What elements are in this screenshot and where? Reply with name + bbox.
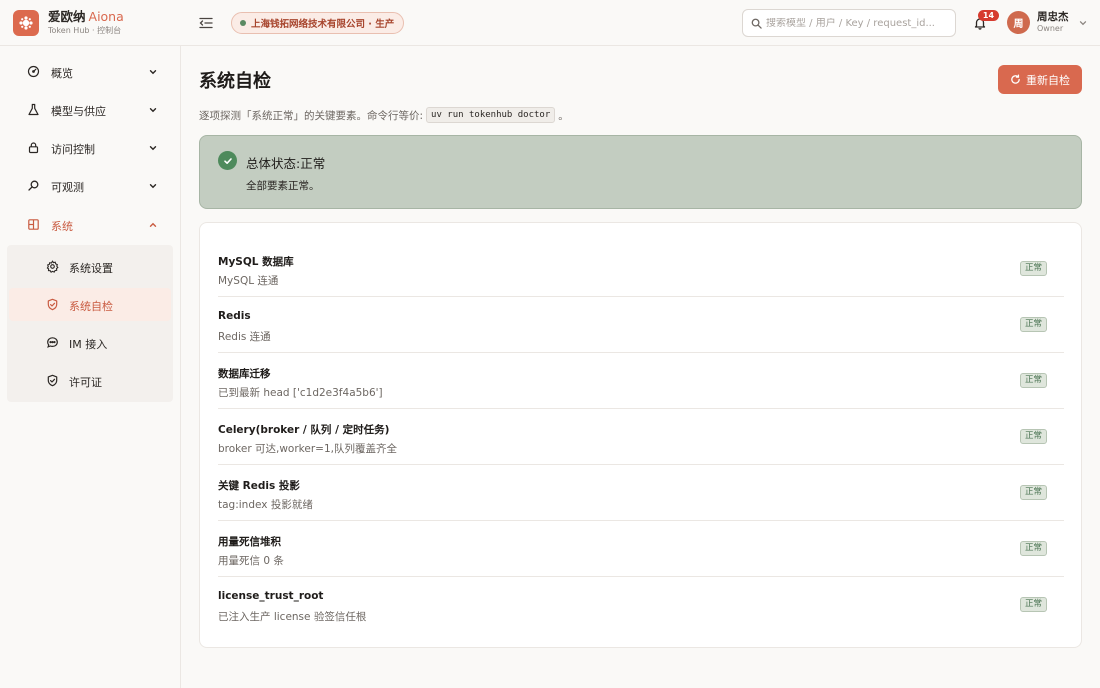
check-name: MySQL 数据库 (218, 256, 294, 268)
sidebar-item-label: 系统设置 (69, 262, 113, 275)
table-row: license_trust_root 已注入生产 license 验签信任根 正… (218, 577, 1064, 633)
sidebar-submenu-system: 系统设置 系统自检 IM 接入 许可证 (7, 245, 173, 402)
table-row: Redis Redis 连通 正常 (218, 297, 1064, 353)
recheck-button[interactable]: 重新自检 (998, 65, 1082, 94)
sidebar-item-overview[interactable]: 概览 (11, 57, 173, 87)
cli-command: uv run tokenhub doctor (426, 107, 556, 123)
sidebar-item-label: 系统自检 (69, 300, 113, 313)
chevron-down-icon (1079, 20, 1086, 25)
refresh-icon (1011, 74, 1020, 84)
user-menu[interactable]: 周 周忠杰 Owner (1007, 11, 1088, 34)
sidebar-item-label: IM 接入 (69, 338, 108, 351)
page-description: 逐项探测「系统正常」的关键要素。命令行等价: uv run tokenhub d… (199, 107, 569, 123)
sidebar-item-models[interactable]: 模型与供应 (11, 95, 173, 125)
check-name: Celery(broker / 队列 / 定时任务) (218, 424, 390, 436)
status-badge: 正常 (1020, 373, 1048, 388)
sidebar-item-label: 模型与供应 (51, 105, 106, 118)
table-row: 用量死信堆积 用量死信 0 条 正常 (218, 521, 1064, 577)
shield-check-icon (47, 374, 58, 387)
description-text: 逐项探测「系统正常」的关键要素。命令行等价: (199, 109, 424, 122)
check-detail: 用量死信 0 条 (218, 555, 284, 567)
status-badge: 正常 (1020, 261, 1048, 276)
status-badge: 正常 (1020, 597, 1048, 612)
sidebar-item-label: 概览 (51, 67, 73, 80)
grid-icon (28, 219, 39, 230)
chevron-down-icon (149, 184, 157, 189)
chevron-down-icon (149, 70, 157, 75)
gauge-icon (27, 65, 40, 78)
brand-logo-icon (13, 10, 39, 36)
status-badge: 正常 (1020, 429, 1048, 444)
global-search[interactable] (742, 9, 956, 37)
status-badge: 正常 (1020, 317, 1048, 332)
checks-list: MySQL 数据库 MySQL 连通 正常 Redis Redis 连通 正常 … (199, 222, 1082, 648)
check-detail: MySQL 连通 (218, 275, 279, 287)
check-name: 用量死信堆积 (218, 536, 281, 548)
notification-count-badge: 14 (978, 10, 999, 21)
sidebar-item-label: 可观测 (51, 181, 84, 194)
search-input[interactable] (766, 17, 950, 29)
description-suffix: 。 (558, 109, 569, 122)
check-name: license_trust_root (218, 590, 324, 602)
sidebar-item-access-control[interactable]: 访问控制 (11, 133, 173, 163)
check-detail: 已到最新 head ['c1d2e3f4a5b6'] (218, 387, 383, 399)
status-title: 总体状态:正常 (246, 156, 326, 171)
gear-icon (46, 260, 59, 273)
check-name: 关键 Redis 投影 (218, 480, 300, 492)
check-detail: tag:index 投影就绪 (218, 499, 313, 511)
org-environment-badge[interactable]: 上海钱拓网络技术有限公司 · 生产 (231, 12, 405, 34)
brand-name: 爱欧纳 Aiona (48, 9, 124, 25)
search-icon (751, 18, 762, 29)
flask-icon (28, 103, 39, 116)
recheck-label: 重新自检 (1026, 73, 1070, 87)
page-title: 系统自检 (199, 71, 271, 92)
sidebar-item-system-selfcheck[interactable]: 系统自检 (9, 288, 171, 321)
status-dot-icon (240, 20, 246, 26)
sidebar-item-im[interactable]: IM 接入 (9, 326, 171, 359)
lock-icon (28, 142, 39, 154)
avatar: 周 (1007, 11, 1030, 34)
shield-icon (47, 298, 58, 311)
sidebar-item-label: 许可证 (69, 376, 102, 389)
chat-icon (47, 337, 58, 348)
check-circle-icon (218, 151, 237, 170)
table-row: 数据库迁移 已到最新 head ['c1d2e3f4a5b6'] 正常 (218, 353, 1064, 409)
check-detail: broker 可达,worker=1,队列覆盖齐全 (218, 443, 397, 455)
chevron-up-icon (149, 222, 157, 228)
table-row: 关键 Redis 投影 tag:index 投影就绪 正常 (218, 465, 1064, 521)
status-badge: 正常 (1020, 485, 1048, 500)
top-header: 爱欧纳 Aiona Token Hub · 控制台 上海钱拓网络技术有限公司 · … (0, 0, 1100, 46)
sidebar-collapse-icon[interactable] (198, 15, 214, 31)
sidebar-item-system-settings[interactable]: 系统设置 (9, 250, 171, 283)
check-name: 数据库迁移 (218, 368, 271, 380)
chevron-down-icon (149, 108, 157, 113)
check-name: Redis (218, 310, 251, 322)
brand[interactable]: 爱欧纳 Aiona Token Hub · 控制台 (13, 10, 124, 36)
brand-subtitle: Token Hub · 控制台 (48, 25, 122, 35)
sidebar-item-system[interactable]: 系统 (11, 210, 173, 240)
user-name: 周忠杰 (1037, 11, 1069, 24)
sidebar-item-observability[interactable]: 可观测 (11, 171, 173, 201)
table-row: Celery(broker / 队列 / 定时任务) broker 可达,wor… (218, 409, 1064, 465)
check-detail: 已注入生产 license 验签信任根 (218, 611, 367, 623)
table-row: MySQL 数据库 MySQL 连通 正常 (218, 241, 1064, 297)
sidebar-item-license[interactable]: 许可证 (9, 364, 171, 397)
sidebar-item-label: 访问控制 (51, 143, 95, 156)
status-badge: 正常 (1020, 541, 1048, 556)
search-icon (28, 180, 39, 191)
org-label: 上海钱拓网络技术有限公司 · 生产 (251, 19, 395, 30)
chevron-down-icon (149, 146, 157, 151)
check-detail: Redis 连通 (218, 331, 271, 343)
overall-status-card: 总体状态:正常 全部要素正常。 (199, 135, 1082, 209)
sidebar-item-label: 系统 (51, 220, 73, 233)
user-role: Owner (1037, 23, 1064, 33)
status-subtitle: 全部要素正常。 (246, 180, 320, 192)
